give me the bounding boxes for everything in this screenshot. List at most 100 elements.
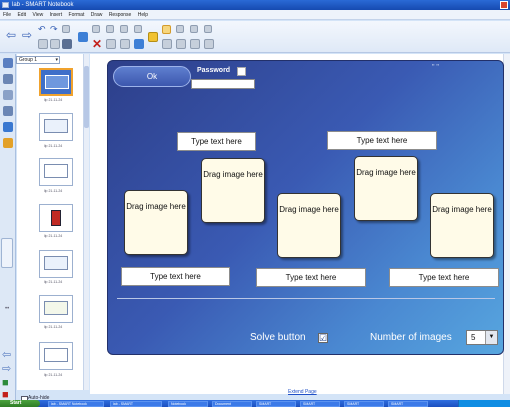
page-thumbnail[interactable] [39,113,73,141]
sidebar-resize-grip[interactable]: •• [5,306,9,312]
password-label: Password [197,67,231,74]
close-icon[interactable] [500,1,508,9]
image-drop-zone[interactable]: Drag image here [201,158,265,223]
image-drop-zone[interactable]: Drag image here [124,190,188,255]
page-thumbnail[interactable] [39,68,73,96]
save-file-icon[interactable] [62,39,72,49]
chevron-down-icon[interactable]: ▼ [485,331,497,344]
redo-icon[interactable]: ↷ [50,24,58,34]
screen-icon[interactable] [78,32,88,42]
page-thumbnail[interactable] [39,250,73,278]
line-icon[interactable] [190,39,200,49]
menu-format[interactable]: Format [69,12,85,18]
page-thumbnail[interactable] [39,158,73,186]
taskbar-item[interactable]: lab - SMART Notebook [48,401,104,407]
taskbar-item[interactable]: SMART [388,401,428,407]
menu-insert[interactable]: Insert [50,12,63,18]
table-insert-icon[interactable] [106,39,116,49]
page-sorter-tab-icon[interactable] [3,58,13,68]
text-box[interactable]: Type text here [121,267,230,286]
grid-icon[interactable] [120,39,130,49]
page-thumbnail[interactable] [39,295,73,323]
window-title: lab - SMART Notebook [12,2,74,8]
gallery-tab-icon[interactable] [3,74,13,84]
eraser-icon[interactable] [204,25,212,33]
taskbar-item[interactable]: SMART [256,401,296,407]
addons-tab-icon[interactable] [3,122,13,132]
next-page-icon[interactable]: ⇨ [2,364,11,375]
properties-tab-icon[interactable] [3,106,13,116]
sigma-icon[interactable] [120,25,128,33]
title-bar: lab - SMART Notebook [0,0,510,10]
paste-icon[interactable] [50,39,60,49]
taskbar-item[interactable]: lab - SMART [110,401,162,407]
delete-icon[interactable]: ✕ [92,38,102,50]
menu-response[interactable]: Response [109,12,132,18]
taskbar-item[interactable]: SMART [300,401,340,407]
taskbar-item[interactable]: Notebook [168,401,208,407]
menu-edit[interactable]: Edit [17,12,26,18]
back-arrow-icon[interactable]: ⇦ [6,29,16,41]
group-select[interactable]: Group 1 [16,56,60,64]
text-box[interactable]: Type text here [327,131,437,150]
sidebar-collapse-handle[interactable] [1,238,13,268]
taskbar-item[interactable]: Document [212,401,252,407]
menu-file[interactable]: File [3,12,11,18]
thumbnail-label: lip 21-11-24 [44,144,63,148]
document-camera-icon[interactable] [134,25,142,33]
text-box[interactable]: Type text here [389,268,499,287]
canvas-scrollbar[interactable] [503,54,510,394]
sorter-scroll-thumb[interactable] [84,66,89,128]
app-icon [2,2,9,8]
board-mark: " " [432,64,439,71]
divider [117,298,495,299]
menu-help[interactable]: Help [138,12,148,18]
attachments-tab-icon[interactable] [3,90,13,100]
open-icon[interactable] [38,39,48,49]
number-of-images-label: Number of images [370,332,452,343]
text-tool-icon[interactable] [162,39,172,49]
undo-icon[interactable]: ↶ [38,24,46,34]
page-thumbnail[interactable] [39,204,73,232]
extend-page-link[interactable]: Extend Page [288,389,317,395]
password-checkbox[interactable] [237,67,246,76]
text-box[interactable]: Type text here [177,132,256,151]
solve-button-checkbox[interactable]: ☑ [318,333,328,343]
start-button[interactable]: Start [0,400,40,407]
text-box[interactable]: Type text here [256,268,366,287]
response-icon[interactable] [148,32,158,42]
delete-page-icon[interactable]: ■ [2,390,9,401]
number-of-images-value: 5 [471,333,476,342]
menu-view[interactable]: View [32,12,43,18]
image-drop-zone[interactable]: Drag image here [430,193,494,258]
select-pointer-icon[interactable] [162,25,171,34]
save-icon[interactable] [62,25,70,33]
thumbnail-label: lip 21-11-24 [44,98,63,102]
full-screen-icon[interactable] [134,39,144,49]
thumbnail-label: lip 21-11-24 [44,189,63,193]
add-page-icon[interactable]: ■ [2,378,9,389]
response-tab-icon[interactable] [3,138,13,148]
thumbnail-label: lip 21-11-24 [44,373,63,377]
fill-icon[interactable] [204,39,214,49]
side-tab-strip: •• ⇦ ⇨ ■ ■ [0,54,16,407]
taskbar-item[interactable]: SMART [344,401,384,407]
previous-page-icon[interactable]: ⇦ [2,350,11,361]
image-drop-zone[interactable]: Drag image here [354,156,418,221]
table-icon[interactable] [106,25,114,33]
number-of-images-select[interactable]: 5 ▼ [466,330,498,345]
password-field[interactable] [191,79,255,89]
pen-icon[interactable] [176,25,184,33]
shapes-icon[interactable] [176,39,186,49]
page-thumbnail[interactable] [39,342,73,370]
thumbnail-label: lip 21-11-24 [44,280,63,284]
image-drop-zone[interactable]: Drag image here [277,193,341,258]
system-tray [458,400,510,407]
creative-pen-icon[interactable] [190,25,198,33]
thumbnail-label: lip 21-11-24 [44,325,63,329]
copy-icon[interactable] [92,25,100,33]
forward-arrow-icon[interactable]: ⇨ [22,29,32,41]
ok-button[interactable]: Ok [113,66,191,87]
menu-draw[interactable]: Draw [91,12,103,18]
thumbnail-label: lip 21-11-24 [44,234,63,238]
